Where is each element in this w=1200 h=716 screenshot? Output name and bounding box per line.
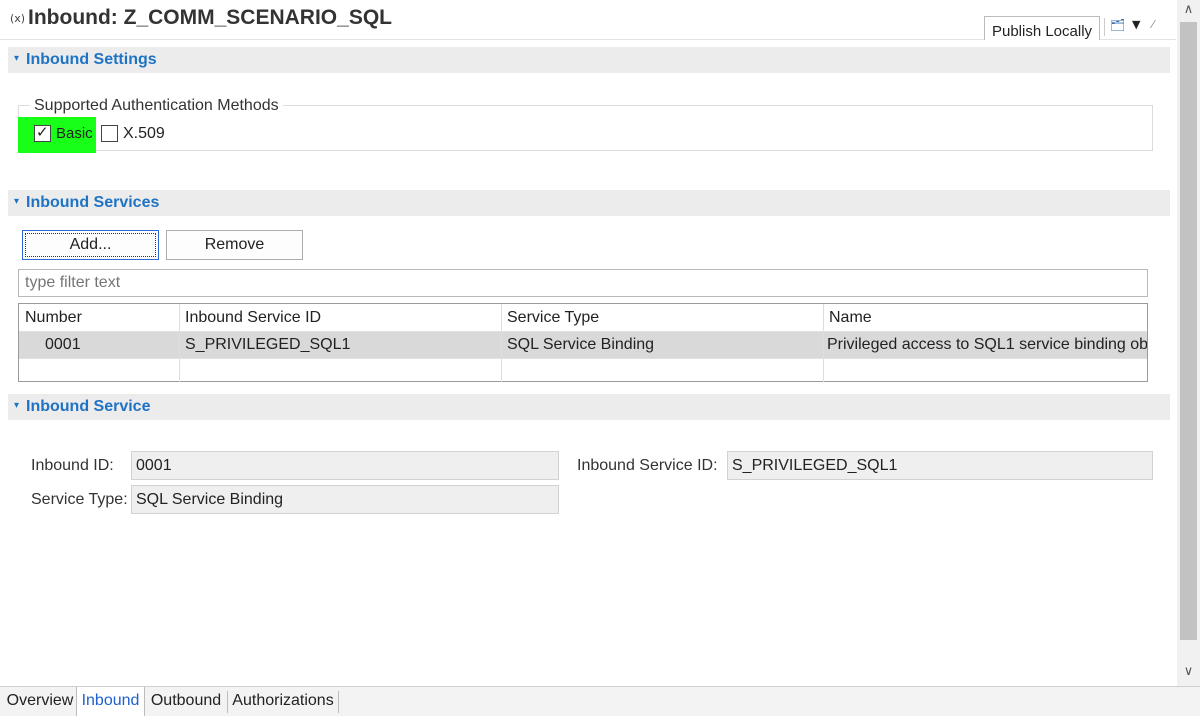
tab-outbound[interactable]: Outbound <box>145 687 227 716</box>
section-collapse-icon[interactable]: ▾ <box>14 400 19 411</box>
section-inbound-services[interactable]: ▾ Inbound Services <box>8 190 1170 216</box>
x509-checkbox[interactable] <box>101 125 118 142</box>
service-type-field[interactable]: SQL Service Binding <box>131 485 559 514</box>
variable-icon: (x) <box>10 12 26 25</box>
services-table[interactable]: Number Inbound Service ID Service Type N… <box>18 303 1148 382</box>
add-button[interactable]: Add... <box>22 230 159 260</box>
column-header-service-type[interactable]: Service Type <box>501 305 823 331</box>
inbound-service-id-field[interactable]: S_PRIVILEGED_SQL1 <box>727 451 1153 480</box>
editor-header: (x) Inbound: Z_COMM_SCENARIO_SQL Publish… <box>0 0 1176 40</box>
publish-locally-button[interactable]: Publish Locally <box>984 16 1100 40</box>
scrollbar-thumb[interactable] <box>1180 22 1197 640</box>
checkmark-icon: ✓ <box>36 123 49 141</box>
inbound-id-label: Inbound ID: <box>31 457 114 474</box>
pin-icon[interactable]: ⁄ <box>1152 18 1154 31</box>
column-header-name[interactable]: Name <box>823 305 1147 331</box>
editor-tabs: Overview Inbound Outbound Authorizations <box>0 686 1200 716</box>
auth-methods-label: Supported Authentication Methods <box>30 97 283 115</box>
section-title: Inbound Settings <box>26 51 157 68</box>
cell-name[interactable]: Privileged access to SQL1 service bindin… <box>821 332 1147 358</box>
tab-authorizations[interactable]: Authorizations <box>228 687 338 716</box>
service-type-label: Service Type: <box>31 491 128 508</box>
cell-service-type[interactable]: SQL Service Binding <box>501 332 823 358</box>
focus-ring <box>25 233 156 257</box>
x509-label[interactable]: X.509 <box>123 125 165 143</box>
tab-divider <box>338 691 339 713</box>
column-header-service-id[interactable]: Inbound Service ID <box>179 305 501 331</box>
deploy-icon[interactable]: 🗂 <box>1110 18 1125 32</box>
scroll-up-icon[interactable]: ∧ <box>1177 2 1200 22</box>
page-title: Inbound: Z_COMM_SCENARIO_SQL <box>28 6 392 29</box>
section-title: Inbound Services <box>26 194 160 211</box>
section-inbound-settings[interactable]: ▾ Inbound Settings <box>8 47 1170 73</box>
basic-label[interactable]: Basic <box>56 125 93 142</box>
vertical-scrollbar[interactable]: ∧ ∨ <box>1177 0 1200 686</box>
dropdown-arrow-icon[interactable]: ▼ <box>1132 18 1140 31</box>
section-title: Inbound Service <box>26 398 151 415</box>
inbound-id-field[interactable]: 0001 <box>131 451 559 480</box>
section-collapse-icon[interactable]: ▾ <box>14 53 19 64</box>
toolbar-divider <box>1104 18 1105 36</box>
scroll-down-icon[interactable]: ∨ <box>1177 664 1200 684</box>
cell-service-id[interactable]: S_PRIVILEGED_SQL1 <box>179 332 501 358</box>
section-inbound-service[interactable]: ▾ Inbound Service <box>8 394 1170 420</box>
remove-button[interactable]: Remove <box>166 230 303 260</box>
basic-checkbox[interactable]: ✓ <box>34 123 51 142</box>
filter-field[interactable] <box>18 269 1148 297</box>
cell-number[interactable]: 0001 <box>39 332 179 358</box>
column-header-number[interactable]: Number <box>19 305 179 331</box>
tab-overview[interactable]: Overview <box>4 687 76 716</box>
tab-inbound[interactable]: Inbound <box>76 687 145 716</box>
filter-input[interactable] <box>19 270 1147 296</box>
row-divider <box>19 358 1147 359</box>
section-collapse-icon[interactable]: ▾ <box>14 196 19 207</box>
inbound-service-id-label: Inbound Service ID: <box>577 457 718 474</box>
